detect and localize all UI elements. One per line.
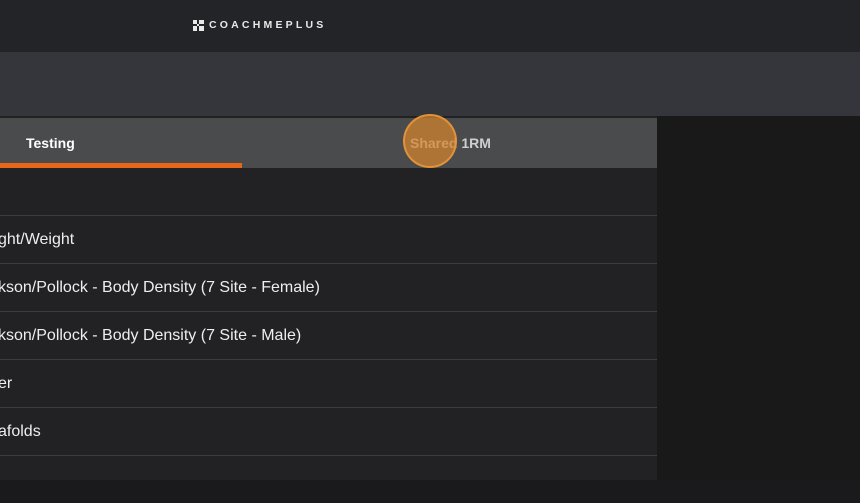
test-list: ght/Weight kson/Pollock - Body Density (…	[0, 168, 657, 503]
list-item-label: afolds	[0, 422, 41, 440]
list-item[interactable]: er	[0, 360, 657, 408]
list-item[interactable]: kson/Pollock - Body Density (7 Site - Fe…	[0, 264, 657, 312]
logo-text: COACHMEPLUS	[209, 19, 327, 31]
tab-testing[interactable]: Testing	[26, 118, 75, 168]
list-item-label: er	[0, 374, 13, 392]
list-item[interactable]: ght/Weight	[0, 216, 657, 264]
side-panel	[657, 116, 860, 480]
tab-shared-1rm[interactable]: Shared 1RM	[410, 118, 491, 168]
logo-mark-icon	[193, 19, 204, 31]
top-bar: COACHMEPLUS	[0, 0, 860, 52]
tab-bar: Testing Shared 1RM	[0, 118, 657, 168]
list-item[interactable]: kson/Pollock - Body Density (7 Site - Ma…	[0, 312, 657, 360]
list-item-label: kson/Pollock - Body Density (7 Site - Fe…	[0, 278, 320, 296]
list-item[interactable]	[0, 168, 657, 216]
list-item-label: kson/Pollock - Body Density (7 Site - Ma…	[0, 326, 302, 344]
toolbar	[0, 52, 860, 116]
app-logo: COACHMEPLUS	[193, 18, 326, 32]
list-item-label: ght/Weight	[0, 230, 75, 248]
list-item[interactable]: afolds	[0, 408, 657, 456]
